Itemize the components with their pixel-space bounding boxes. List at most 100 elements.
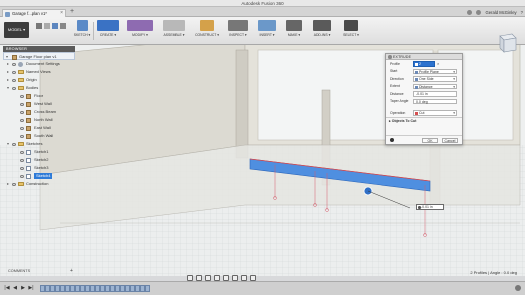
chevron-down-icon: ▾ [453,84,455,89]
workspace-switcher[interactable]: MODEL ▾ [4,22,29,38]
construct-menu[interactable]: CONSTRUCT ▾ [192,20,222,43]
expand-arrow-icon[interactable]: ▸ [7,180,9,188]
browser-item-label: Bodies [26,85,39,90]
job-status-icon[interactable] [467,9,473,15]
visibility-eye-icon[interactable] [20,174,24,178]
extent-select[interactable]: Distance ▾ [413,83,457,89]
cancel-button[interactable]: Cancel [442,138,458,143]
timeline-back-button[interactable]: ◀ [12,285,18,291]
browser-item[interactable]: Sketch4 [3,172,75,180]
browser-item-label: Cross Beam [34,109,57,114]
browser-item[interactable]: Cross Beam [3,108,75,116]
visibility-eye-icon[interactable] [12,62,16,66]
timeline-settings-icon[interactable] [515,285,521,291]
visibility-eye-icon[interactable] [12,70,16,74]
visibility-eye-icon[interactable] [20,118,24,122]
start-select[interactable]: Profile Plane ▾ [413,68,457,74]
browser-item[interactable]: Floor [3,92,75,100]
browser-item[interactable]: ▸ Document Settings [3,60,75,68]
info-icon[interactable] [390,138,394,142]
clear-selection-icon[interactable]: × [437,61,439,66]
collapse-arrow-icon[interactable]: ▾ [7,140,9,148]
notifications-icon[interactable] [476,9,482,15]
browser-item[interactable]: ▾ Sketches [3,140,75,148]
timeline-feature[interactable] [145,285,150,292]
document-tab[interactable]: Garage f...plan v1* × [2,9,66,17]
browser-item[interactable]: Sketch2 [3,156,75,164]
assemble-menu[interactable]: ASSEMBLE ▾ [160,20,188,43]
quick-tools-icon[interactable] [35,20,67,34]
chevron-down-icon: ▾ [453,111,455,115]
profile-selection[interactable]: 2 selected [413,61,435,71]
select-menu[interactable]: SELECT ▾ [339,20,363,43]
browser-item[interactable]: Sketch1 [3,148,75,156]
visibility-eye-icon[interactable] [12,86,16,90]
insert-menu[interactable]: INSERT ▾ [254,20,280,43]
main-toolbar: MODEL ▾ SKETCH ▾ CREATE ▾ MODIFY ▾ ASSEM… [0,17,525,45]
direction-select[interactable]: One Side ▾ [413,76,457,82]
visibility-eye-icon[interactable] [20,166,24,170]
browser-item-label: Sketch2 [34,157,49,162]
add-ins-menu[interactable]: ADD-INS ▾ [308,20,336,43]
help-icon[interactable]: ? [521,10,523,15]
expand-arrow-icon[interactable]: ▸ [7,60,9,68]
distance-field[interactable]: -0.01 in [413,91,457,97]
close-tab-icon[interactable]: × [60,10,63,17]
modify-menu[interactable]: MODIFY ▾ [125,20,155,43]
sketch-menu[interactable]: SKETCH ▾ [72,20,92,43]
taper-angle-field[interactable]: 0.0 deg [413,98,457,104]
browser-root[interactable]: ▾ Garage Floor plan v1 [3,52,75,60]
ok-button[interactable]: OK [422,138,438,143]
quick-access-tools [35,20,67,43]
timeline-start-button[interactable]: |◀ [4,285,10,291]
viewport-distance-input[interactable]: -0.01 in [416,204,444,210]
browser-item[interactable]: East Wall [3,124,75,132]
visibility-eye-icon[interactable] [12,142,16,146]
viewcube[interactable] [494,32,518,54]
create-menu[interactable]: CREATE ▾ [95,20,121,43]
visibility-eye-icon[interactable] [20,126,24,130]
chevron-down-icon: ▾ [453,69,455,74]
browser-item[interactable]: ▸ Construction [3,180,75,188]
browser-item[interactable]: South Wall [3,132,75,140]
construct-icon [200,20,214,31]
timeline-play-button[interactable]: ▶ [20,285,26,291]
operation-select[interactable]: Cut ▾ [413,110,457,116]
visibility-eye-icon[interactable] [20,102,24,106]
browser-item[interactable]: North Wall [3,116,75,124]
browser-item[interactable]: ▸ Origin [3,76,75,84]
new-tab-button[interactable]: + [70,8,74,15]
taper-row: Taper Angle 0.0 deg [386,98,462,106]
chevron-down-icon: ▾ [453,77,455,81]
folder-icon [18,142,24,146]
expand-arrow-icon[interactable]: ▸ [7,68,9,76]
browser-item-label: Sketch3 [34,165,49,170]
visibility-eye-icon[interactable] [12,78,16,82]
browser-item-label: South Wall [34,133,54,138]
visibility-eye-icon[interactable] [20,134,24,138]
add-comment-button[interactable]: + [70,268,73,275]
browser-item-label: Floor [34,93,44,98]
expand-arrow-icon[interactable]: ▸ [7,76,9,84]
objects-to-cut-section[interactable]: ▸ Objects To Cut [386,116,462,123]
extent-row: Extent Distance ▾ [390,83,457,89]
status-text: 2 Profiles | Angle : 0.0 deg [470,270,517,275]
viewcube-icon[interactable] [494,32,518,54]
folder-icon [18,86,24,90]
browser-item[interactable]: Sketch3 [3,164,75,172]
visibility-eye-icon[interactable] [20,94,24,98]
collapse-arrow-icon[interactable]: ▾ [7,84,9,92]
folder-icon [18,182,24,186]
make-menu[interactable]: MAKE ▾ [283,20,305,43]
inspect-menu[interactable]: INSPECT ▾ [225,20,251,43]
visibility-eye-icon[interactable] [20,110,24,114]
timeline-end-button[interactable]: ▶| [28,285,34,291]
browser-item[interactable]: West Wall [3,100,75,108]
user-name[interactable]: Gerald McGinley [485,10,516,15]
visibility-eye-icon[interactable] [12,182,16,186]
browser-item[interactable]: ▸ Named Views [3,68,75,76]
visibility-eye-icon[interactable] [20,150,24,154]
visibility-eye-icon[interactable] [20,158,24,162]
body-icon [26,117,31,123]
browser-item[interactable]: ▾ Bodies [3,84,75,92]
